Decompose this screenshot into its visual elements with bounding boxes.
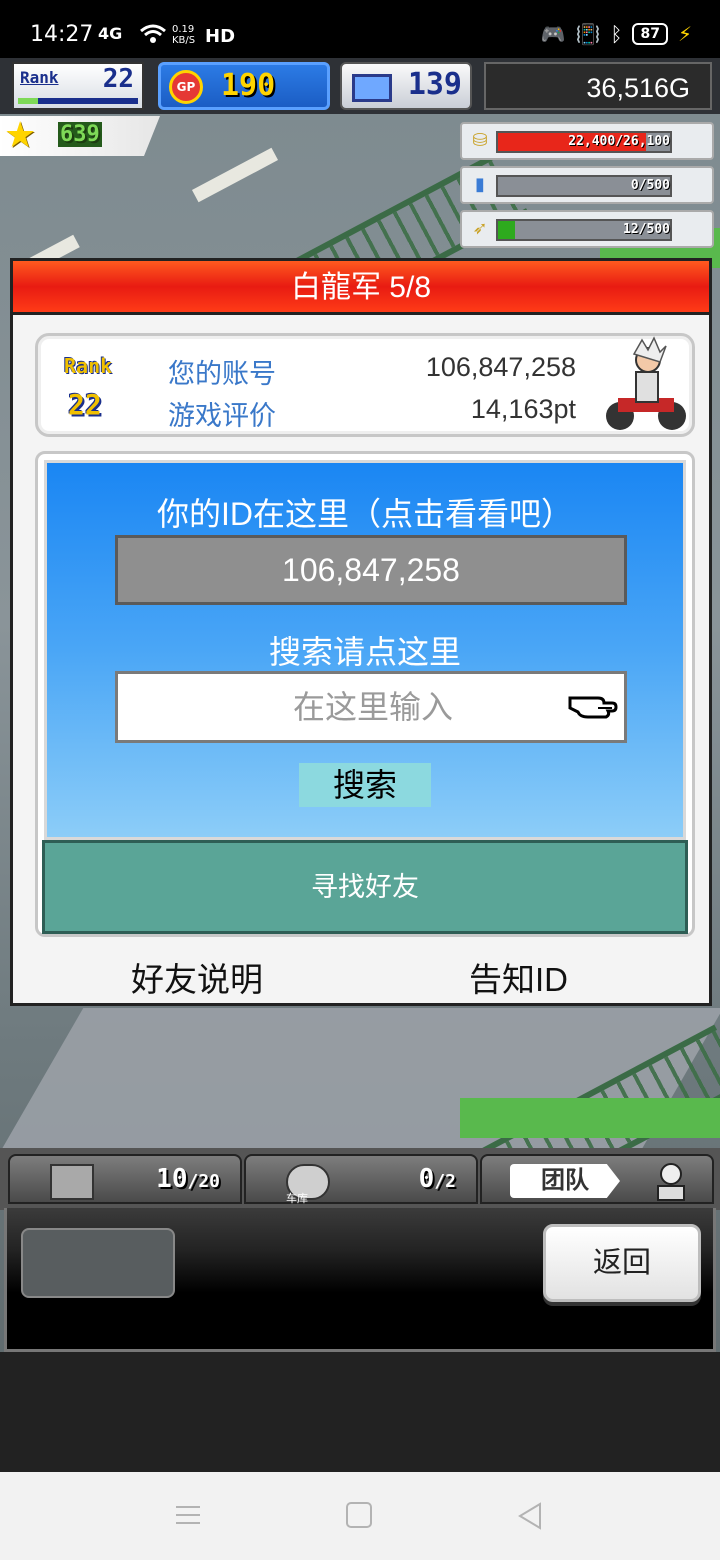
back-button[interactable]: 返回 [543, 1224, 701, 1302]
battery-icon: 87 [632, 23, 668, 45]
resource-money-bar: ⛁ 22,400/26,100 [460, 122, 714, 160]
status-bar: 14:27 4G 0.19 KB/S HD 🎮 📳 ᛒ 87 ⚡ [0, 0, 720, 58]
search-input-wrapper[interactable] [115, 671, 627, 743]
storage-count: 10/20 [156, 1164, 220, 1194]
player-id-box[interactable]: 106,847,258 [115, 535, 627, 605]
rank-label: Rank [20, 68, 59, 87]
screen-filler [0, 1352, 720, 1472]
resource-text: 0/500 [630, 178, 670, 193]
money-counter: 36,516G [484, 62, 712, 110]
account-value: 106,847,258 [425, 352, 576, 382]
garage-count: 0/2 [419, 1164, 456, 1194]
pointing-hand-icon [568, 696, 618, 719]
crate-icon [50, 1164, 94, 1200]
rank-badge[interactable]: Rank 22 [12, 62, 144, 110]
account-label: 您的账号 [168, 359, 276, 389]
top-hud: Rank 22 GP 190 139 36,516G [0, 58, 720, 114]
status-right: 🎮 📳 ᛒ 87 ⚡ [541, 22, 692, 46]
rank-value: 22 [102, 64, 134, 94]
gp-value: 190 [221, 68, 276, 103]
wifi-icon [140, 24, 166, 43]
home-icon[interactable] [346, 1502, 372, 1528]
garage-label: 车库 [286, 1193, 308, 1205]
bottom-panel: 返回 [4, 1208, 716, 1352]
search-title: 搜索请点这里 [268, 634, 461, 670]
share-id-link[interactable]: 告知ID [469, 953, 568, 1001]
status-time: 14:27 [30, 22, 94, 47]
rating-label: 游戏评价 [168, 401, 276, 431]
search-input[interactable] [118, 674, 578, 740]
signal-icon: 4G [98, 24, 123, 43]
recent-apps-icon[interactable] [174, 1504, 202, 1526]
fuel-bottle-icon: ▮ [475, 174, 485, 195]
star-counter: ★ 639 [0, 116, 160, 156]
tab-garage[interactable]: 车库 0/2 [244, 1154, 478, 1205]
find-friends-button[interactable]: 寻找好友 [42, 840, 688, 934]
profile-rank-value: 22 [68, 388, 102, 421]
gp-counter[interactable]: GP 190 [158, 62, 330, 110]
garage-max: /2 [434, 1171, 456, 1192]
star-value: 639 [58, 122, 102, 147]
storage-max: /20 [187, 1171, 220, 1192]
resource-feather-bar: ➶ 12/500 [460, 210, 714, 248]
storage-value: 10 [156, 1164, 188, 1194]
network-speed: 0.19 KB/S [172, 24, 195, 46]
bottom-tabs: 10/20 车库 0/2 团队 [0, 1148, 720, 1210]
dialog-title: 白龍军 5/8 [13, 261, 709, 315]
racer-avatar-icon [606, 336, 686, 430]
person-icon [657, 1163, 685, 1201]
computer-icon [352, 74, 392, 102]
speed-value: 0.19 [172, 24, 195, 35]
hd-indicator: HD [205, 26, 236, 47]
menu-button[interactable] [21, 1228, 175, 1298]
rating-value: 14,163pt [470, 394, 576, 424]
resource-text: 22,400/26,100 [568, 134, 670, 149]
id-search-area: 你的ID在这里（点击看看吧） 106,847,258 搜索请点这里 搜索 [44, 460, 686, 840]
charging-icon: ⚡ [677, 22, 692, 46]
coin-stack-icon: ⛁ [472, 130, 488, 151]
pc-counter[interactable]: 139 [340, 62, 472, 110]
vibrate-icon: 📳 [575, 22, 601, 46]
profile-card: Rank 22 您的账号 游戏评价 106,847,258 14,163pt [35, 333, 695, 437]
feather-icon: ➶ [472, 218, 488, 239]
search-panel: 你的ID在这里（点击看看吧） 106,847,258 搜索请点这里 搜索 寻找好… [35, 451, 695, 937]
friend-help-link[interactable]: 好友说明 [131, 953, 263, 1001]
profile-rank-label: Rank [64, 354, 113, 378]
money-value: 36,516G [586, 73, 690, 103]
friend-dialog: 白龍军 5/8 Rank 22 您的账号 游戏评价 106,847,258 14… [10, 258, 712, 1006]
id-title: 你的ID在这里（点击看看吧） [156, 496, 573, 532]
resource-fuel-bar: ▮ 0/500 [460, 166, 714, 204]
pc-value: 139 [407, 67, 462, 102]
tab-team[interactable]: 团队 [480, 1154, 714, 1204]
star-icon: ★ [4, 115, 37, 156]
bluetooth-icon: ᛒ [610, 22, 623, 46]
speed-unit: KB/S [172, 35, 196, 46]
back-icon[interactable] [516, 1502, 544, 1530]
team-label: 团队 [510, 1164, 620, 1198]
search-button[interactable]: 搜索 [299, 763, 431, 807]
resource-text: 12/500 [623, 222, 670, 237]
rank-progress-bar [18, 98, 138, 104]
system-nav-bar [0, 1472, 720, 1560]
gamepad-icon: 🎮 [540, 22, 566, 46]
tab-storage[interactable]: 10/20 [8, 1154, 242, 1204]
gp-coin-icon: GP [169, 70, 203, 104]
garage-value: 0 [418, 1164, 435, 1194]
